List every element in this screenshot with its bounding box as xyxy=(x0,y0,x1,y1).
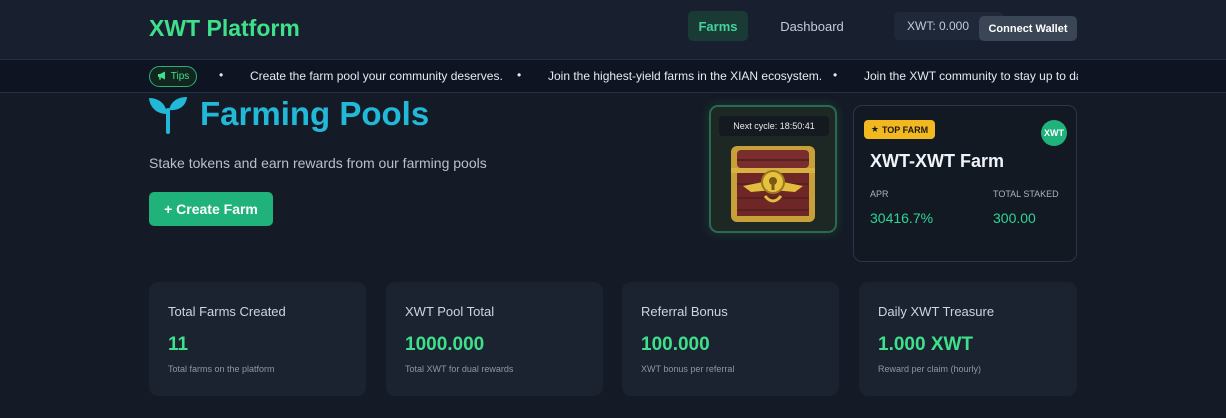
star-icon: ★ xyxy=(870,124,879,134)
tips-ticker-bar: Tips • Create the farm pool your communi… xyxy=(0,60,1226,93)
tips-badge: Tips xyxy=(149,66,197,87)
ticker-bullet: • xyxy=(219,68,224,82)
ticker-tip: Create the farm pool your community dese… xyxy=(250,69,503,83)
tips-ticker: • Create the farm pool your community de… xyxy=(215,60,1078,92)
ticker-bullet: • xyxy=(833,68,838,82)
sprout-icon xyxy=(147,96,189,134)
apr-value: 30416.7% xyxy=(870,210,934,226)
treasure-chest-icon xyxy=(731,146,815,222)
create-farm-button[interactable]: + Create Farm xyxy=(149,192,273,226)
brand-logo-text[interactable]: XWT Platform xyxy=(149,15,300,42)
total-staked-label: TOTAL STAKED xyxy=(993,189,1059,199)
farm-name: XWT-XWT Farm xyxy=(870,151,1004,171)
stat-value: 1.000 XWT xyxy=(878,334,974,355)
ticker-tip: Join the XWT community to stay up to dat xyxy=(864,69,1078,83)
next-cycle-timer: Next cycle: 18:50:41 xyxy=(719,116,829,136)
nav-farms-tab[interactable]: Farms xyxy=(688,11,748,41)
stat-value: 11 xyxy=(168,334,189,355)
stat-description: Total farms on the platform xyxy=(168,364,275,374)
top-navbar: XWT Platform Farms Dashboard XWT: 0.000 … xyxy=(0,0,1226,60)
stat-value: 1000.000 xyxy=(405,334,485,355)
stat-value: 100.000 xyxy=(641,334,710,355)
tips-badge-label: Tips xyxy=(170,71,190,82)
stat-card-daily-treasure: Daily XWT Treasure 1.000 XWT Reward per … xyxy=(859,282,1077,396)
stat-description: Reward per claim (hourly) xyxy=(878,364,982,374)
stat-title: Daily XWT Treasure xyxy=(878,304,995,319)
total-staked-value: 300.00 xyxy=(993,210,1036,226)
top-farm-badge: ★ TOP FARM xyxy=(864,120,935,139)
megaphone-icon xyxy=(157,71,167,83)
nav-dashboard-tab[interactable]: Dashboard xyxy=(767,11,857,41)
ticker-bullet: • xyxy=(517,68,522,82)
token-avatar: XWT xyxy=(1041,120,1067,146)
stat-title: Referral Bonus xyxy=(641,304,728,319)
ticker-tip: Join the highest-yield farms in the XIAN… xyxy=(548,69,823,83)
stat-description: XWT bonus per referral xyxy=(641,364,735,374)
treasure-chest-card[interactable]: Next cycle: 18:50:41 xyxy=(709,105,837,233)
apr-label: APR xyxy=(870,189,889,199)
stat-card-referral-bonus: Referral Bonus 100.000 XWT bonus per ref… xyxy=(622,282,839,396)
stat-description: Total XWT for dual rewards xyxy=(405,364,514,374)
stat-title: Total Farms Created xyxy=(168,304,286,319)
top-farm-badge-label: TOP FARM xyxy=(881,124,929,135)
stat-card-total-farms: Total Farms Created 11 Total farms on th… xyxy=(149,282,366,396)
stat-card-pool-total: XWT Pool Total 1000.000 Total XWT for du… xyxy=(386,282,603,396)
top-farm-card[interactable]: ★ TOP FARM XWT XWT-XWT Farm APR TOTAL ST… xyxy=(853,105,1077,262)
connect-wallet-button[interactable]: Connect Wallet xyxy=(979,16,1077,41)
page-subtitle: Stake tokens and earn rewards from our f… xyxy=(149,155,487,171)
stat-title: XWT Pool Total xyxy=(405,304,495,319)
page-title: Farming Pools xyxy=(200,95,430,132)
